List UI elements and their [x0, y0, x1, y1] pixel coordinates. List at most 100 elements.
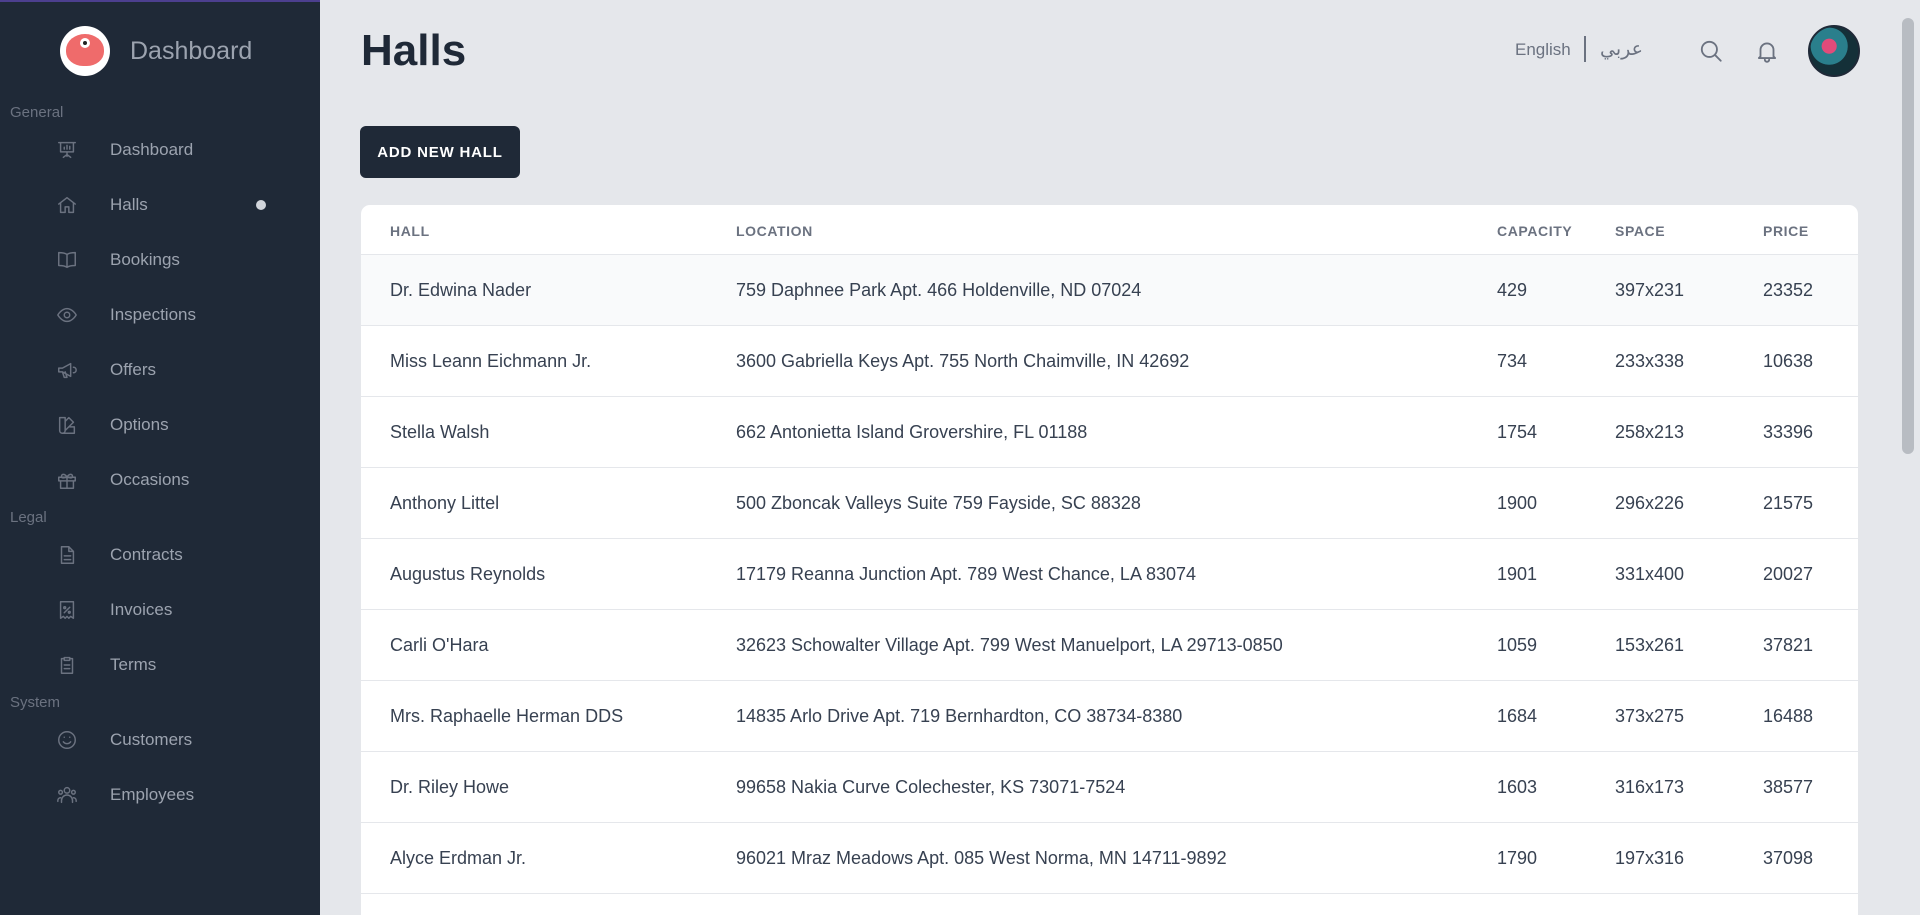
add-new-hall-button[interactable]: ADD NEW HALL	[360, 126, 520, 178]
cell-capacity: 429	[1497, 280, 1528, 300]
cell-capacity: 1603	[1497, 777, 1538, 797]
cell-capacity: 1059	[1497, 635, 1538, 655]
cell-space: 373x275	[1615, 706, 1685, 726]
sidebar-item-halls[interactable]: Halls	[56, 185, 276, 225]
cell-capacity: 1901	[1497, 564, 1538, 584]
eye-icon	[56, 304, 78, 326]
sidebar-item-contracts[interactable]: Contracts	[56, 535, 276, 575]
cell-hall: Anthony Littel	[390, 493, 500, 513]
sidebar-item-customers[interactable]: Customers	[56, 720, 276, 760]
cell-space: 331x400	[1615, 564, 1685, 584]
table-row[interactable]: Miss Leann Eichmann Jr. 3600 Gabriella K…	[361, 326, 1858, 397]
column-header-space[interactable]: SPACE	[1615, 223, 1665, 239]
cell-price: 20027	[1763, 564, 1814, 584]
receipt-icon	[56, 599, 78, 621]
search-icon[interactable]	[1698, 38, 1724, 64]
document-icon	[56, 544, 78, 566]
avatar[interactable]	[1808, 25, 1860, 77]
sidebar-item-label: Contracts	[110, 545, 183, 564]
app-root: Dashboard General Dashboard Halls Bookin…	[0, 0, 1920, 915]
gift-icon	[56, 469, 78, 491]
cell-hall: Alyce Erdman Jr.	[390, 848, 527, 868]
column-header-hall[interactable]: HALL	[390, 223, 430, 239]
cell-hall: Dr. Riley Howe	[390, 777, 510, 797]
sidebar-item-dashboard[interactable]: Dashboard	[56, 130, 276, 170]
cell-price: 10638	[1763, 351, 1814, 371]
cell-capacity: 734	[1497, 351, 1528, 371]
column-header-capacity[interactable]: CAPACITY	[1497, 223, 1572, 239]
cell-price: 16488	[1763, 706, 1814, 726]
table-row[interactable]: Carli O'Hara 32623 Schowalter Village Ap…	[361, 610, 1858, 681]
cell-capacity: 1900	[1497, 493, 1538, 513]
megaphone-icon	[56, 359, 78, 381]
sidebar-item-label: Invoices	[110, 600, 173, 619]
section-label-general: General	[10, 104, 64, 121]
clipboard-icon	[56, 654, 78, 676]
table-row[interactable]: Stella Walsh 662 Antonietta Island Grove…	[361, 397, 1858, 468]
sidebar-item-label: Employees	[110, 785, 195, 804]
sidebar-item-options[interactable]: Options	[56, 405, 276, 445]
sidebar-item-label: Dashboard	[110, 140, 194, 159]
sidebar-item-label: Offers	[110, 360, 156, 379]
page-scrollbar[interactable]	[1902, 18, 1914, 454]
cell-capacity: 1754	[1497, 422, 1538, 442]
sidebar-item-label: Occasions	[110, 470, 190, 489]
language-divider	[1584, 36, 1586, 62]
table-header: HALL LOCATION CAPACITY SPACE PRICE	[361, 205, 1858, 255]
section-label-system: System	[10, 694, 61, 711]
table-row[interactable]: Mrs. Raphaelle Herman DDS 14835 Arlo Dri…	[361, 681, 1858, 752]
sidebar-item-label: Inspections	[110, 305, 196, 324]
table-row[interactable]: Anthony Littel 500 Zboncak Valleys Suite…	[361, 468, 1858, 539]
sidebar-item-invoices[interactable]: Invoices	[56, 590, 276, 630]
cell-price: 21575	[1763, 493, 1814, 513]
cell-location: 99658 Nakia Curve Colechester, KS 73071-…	[736, 777, 1126, 797]
cell-location: 32623 Schowalter Village Apt. 799 West M…	[736, 635, 1283, 655]
page-title: Halls	[361, 26, 467, 75]
table-row[interactable]: Dr. Edwina Nader 759 Daphnee Park Apt. 4…	[361, 255, 1858, 326]
home-icon	[56, 194, 78, 216]
sidebar-item-offers[interactable]: Offers	[56, 350, 276, 390]
column-header-location[interactable]: LOCATION	[736, 223, 813, 239]
cell-hall: Dr. Edwina Nader	[390, 280, 532, 300]
cell-price: 33396	[1763, 422, 1814, 442]
sidebar-item-label: Terms	[110, 655, 157, 674]
bell-icon[interactable]	[1754, 38, 1780, 64]
cell-hall: Stella Walsh	[390, 422, 490, 442]
cell-price: 37821	[1763, 635, 1814, 655]
table-row[interactable]: Augustus Reynolds 17179 Reanna Junction …	[361, 539, 1858, 610]
cell-space: 316x173	[1615, 777, 1685, 797]
cell-location: 500 Zboncak Valleys Suite 759 Fayside, S…	[736, 493, 1141, 513]
language-arabic-link[interactable]: عربي	[1600, 38, 1643, 61]
cell-location: 3600 Gabriella Keys Apt. 755 North Chaim…	[736, 351, 1190, 371]
cell-capacity: 1684	[1497, 706, 1538, 726]
smile-icon	[56, 729, 78, 751]
logo-icon	[60, 26, 110, 76]
cell-price: 23352	[1763, 280, 1814, 300]
cell-space: 153x261	[1615, 635, 1685, 655]
table-row[interactable]: Dr. Riley Howe 99658 Nakia Curve Coleche…	[361, 752, 1858, 823]
language-english-link[interactable]: English	[1515, 40, 1571, 60]
brand[interactable]: Dashboard	[60, 26, 252, 76]
sidebar-item-employees[interactable]: Employees	[56, 775, 276, 815]
swatch-icon	[56, 414, 78, 436]
table-row[interactable]: Alyce Erdman Jr. 96021 Mraz Meadows Apt.…	[361, 823, 1858, 894]
sidebar-item-terms[interactable]: Terms	[56, 645, 276, 685]
section-label-legal: Legal	[10, 509, 47, 526]
sidebar: Dashboard General Dashboard Halls Bookin…	[0, 0, 320, 915]
sidebar-item-label: Options	[110, 415, 169, 434]
cell-space: 233x338	[1615, 351, 1685, 371]
cell-hall: Carli O'Hara	[390, 635, 489, 655]
sidebar-item-bookings[interactable]: Bookings	[56, 240, 276, 280]
column-header-price[interactable]: PRICE	[1763, 223, 1809, 239]
cell-capacity: 1790	[1497, 848, 1538, 868]
presentation-icon	[56, 139, 78, 161]
sidebar-item-occasions[interactable]: Occasions	[56, 460, 276, 500]
halls-table: HALL LOCATION CAPACITY SPACE PRICE Dr. E…	[360, 204, 1859, 915]
cell-space: 296x226	[1615, 493, 1685, 513]
cell-price: 37098	[1763, 848, 1814, 868]
cell-price: 38577	[1763, 777, 1814, 797]
cell-location: 17179 Reanna Junction Apt. 789 West Chan…	[736, 564, 1197, 584]
cell-location: 14835 Arlo Drive Apt. 719 Bernhardton, C…	[736, 706, 1183, 726]
sidebar-item-inspections[interactable]: Inspections	[56, 295, 276, 335]
cell-space: 397x231	[1615, 280, 1685, 300]
